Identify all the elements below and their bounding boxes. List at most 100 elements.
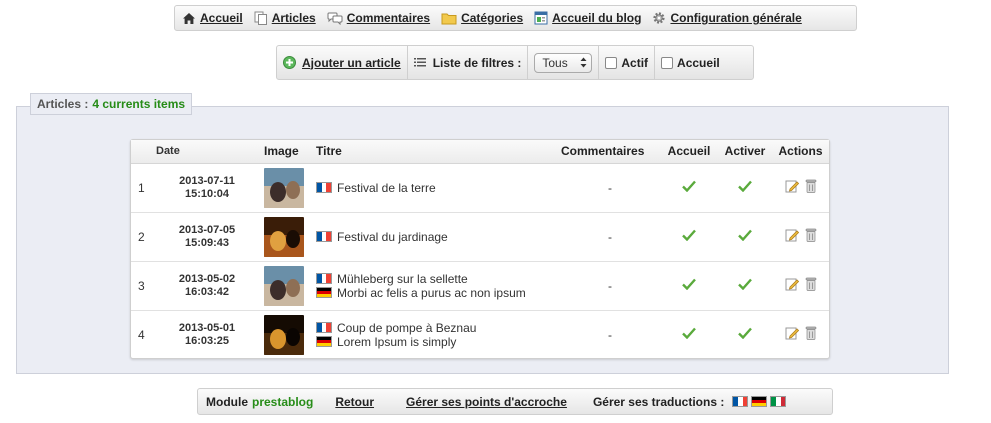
time-value: 16:03:25 xyxy=(184,334,230,347)
table-row[interactable]: 2 2013-07-05 15:09:43 Festival du jardinage… xyxy=(131,212,829,262)
nav-accueil[interactable]: Accueil xyxy=(182,11,243,25)
table-row[interactable]: 3 2013-05-02 16:03:42 Mühleberg sur la sell… xyxy=(131,261,829,311)
row-active-toggle[interactable] xyxy=(718,261,772,311)
nav-configuration[interactable]: Configuration générale xyxy=(652,11,802,25)
home-checkbox-label: Accueil xyxy=(677,55,720,70)
row-home-toggle[interactable] xyxy=(660,310,718,359)
check-icon[interactable] xyxy=(738,327,752,340)
table-row[interactable]: 1 2013-07-11 15:10:04 Festival de la terre - xyxy=(131,163,829,213)
table-row[interactable]: 4 2013-05-01 16:03:25 Coup de pompe à Bezna… xyxy=(131,310,829,359)
header-actions: Actions xyxy=(772,140,829,164)
flag-de-icon[interactable] xyxy=(751,396,768,407)
folder-icon xyxy=(441,13,457,24)
top-navigation: Accueil Articles Commentaires Catégories… xyxy=(174,5,857,31)
check-icon[interactable] xyxy=(682,327,696,340)
articles-table: Date Image Titre Commentaires Accueil Ac… xyxy=(131,140,829,359)
nav-accueil-blog[interactable]: Accueil du blog xyxy=(534,11,641,25)
article-title[interactable]: Festival du jardinage xyxy=(337,230,448,244)
module-footer: Module prestablog Retour Gérer ses point… xyxy=(197,388,833,415)
article-title[interactable]: Festival de la terre xyxy=(337,181,436,195)
time-value: 16:03:42 xyxy=(184,285,230,298)
hooks-link[interactable]: Gérer ses points d'accroche xyxy=(406,395,567,409)
row-image xyxy=(261,310,315,359)
nav-categories-label: Catégories xyxy=(461,11,524,25)
edit-icon[interactable] xyxy=(785,228,799,242)
gear-icon xyxy=(653,12,666,24)
filter-list-group: Liste de filtres : xyxy=(408,46,529,79)
panel-legend: Articles : 4 currents items xyxy=(30,93,193,115)
active-checkbox[interactable] xyxy=(605,56,618,69)
article-thumbnail xyxy=(264,314,304,355)
date-value: 2013-05-02 xyxy=(178,272,236,285)
article-title[interactable]: Mühleberg sur la sellette xyxy=(337,272,468,286)
date-value: 2013-07-05 xyxy=(178,223,236,236)
flag-it-icon[interactable] xyxy=(770,396,787,407)
date-value: 2013-05-01 xyxy=(178,321,236,334)
delete-icon[interactable] xyxy=(805,228,817,242)
check-icon[interactable] xyxy=(738,229,752,242)
edit-icon[interactable] xyxy=(785,179,799,193)
add-article-button[interactable]: Ajouter un article xyxy=(277,46,408,79)
delete-icon[interactable] xyxy=(805,326,817,341)
row-actions xyxy=(772,212,829,262)
title-line: Festival du jardinage xyxy=(316,230,560,244)
check-icon[interactable] xyxy=(738,180,752,193)
back-link[interactable]: Retour xyxy=(335,395,374,409)
header-image: Image xyxy=(261,140,315,164)
flag-de-icon xyxy=(316,336,332,348)
header-activate: Activer xyxy=(718,140,772,164)
row-date: 2013-05-01 16:03:25 xyxy=(153,310,261,359)
row-actions xyxy=(772,310,829,359)
row-home-toggle[interactable] xyxy=(660,163,718,213)
check-icon[interactable] xyxy=(738,278,752,291)
select-arrows-icon xyxy=(580,57,587,68)
active-filter-group[interactable]: Actif xyxy=(599,46,656,79)
table-header-row: Date Image Titre Commentaires Accueil Ac… xyxy=(131,140,829,164)
article-title[interactable]: Lorem Ipsum is simply xyxy=(337,335,456,349)
article-title[interactable]: Morbi ac felis a purus ac non ipsum xyxy=(337,286,526,300)
nav-articles[interactable]: Articles xyxy=(254,11,316,25)
home-filter-group[interactable]: Accueil xyxy=(655,46,726,79)
row-active-toggle[interactable] xyxy=(718,212,772,262)
delete-icon[interactable] xyxy=(805,179,817,193)
module-name: prestablog xyxy=(252,394,314,409)
filter-select[interactable]: Tous xyxy=(534,52,593,73)
date-value: 2013-07-11 xyxy=(179,174,235,187)
active-checkbox-label: Actif xyxy=(621,55,649,70)
nav-articles-label: Articles xyxy=(271,11,316,25)
check-icon[interactable] xyxy=(682,278,696,291)
nav-categories[interactable]: Catégories xyxy=(441,11,523,25)
nav-configuration-label: Configuration générale xyxy=(670,11,802,25)
nav-commentaires[interactable]: Commentaires xyxy=(327,11,430,25)
flag-fr-icon xyxy=(316,231,332,242)
delete-icon[interactable] xyxy=(805,277,817,291)
blog-home-icon xyxy=(534,11,548,25)
row-date: 2013-07-05 15:09:43 xyxy=(153,212,261,262)
row-number: 1 xyxy=(131,163,153,213)
row-actions xyxy=(772,261,829,311)
row-title: Festival du jardinage xyxy=(315,212,560,262)
add-icon xyxy=(283,56,296,69)
edit-icon[interactable] xyxy=(785,277,799,291)
filter-select-value: Tous xyxy=(542,55,568,70)
nav-accueil-blog-label: Accueil du blog xyxy=(552,11,642,25)
home-checkbox[interactable] xyxy=(661,56,674,69)
header-comments: Commentaires xyxy=(560,140,660,164)
article-thumbnail xyxy=(264,265,304,306)
comments-icon xyxy=(327,12,343,25)
flag-fr-icon[interactable] xyxy=(732,396,749,407)
flag-fr-icon xyxy=(316,273,332,284)
article-thumbnail xyxy=(264,216,304,257)
check-icon[interactable] xyxy=(682,229,696,242)
row-active-toggle[interactable] xyxy=(718,310,772,359)
row-title: Mühleberg sur la sellette Morbi ac felis … xyxy=(315,261,560,311)
edit-icon[interactable] xyxy=(785,326,799,340)
time-value: 15:09:43 xyxy=(184,236,230,249)
row-home-toggle[interactable] xyxy=(660,261,718,311)
nav-accueil-label: Accueil xyxy=(200,11,243,25)
check-icon[interactable] xyxy=(682,180,696,193)
row-title: Festival de la terre xyxy=(315,163,560,213)
row-home-toggle[interactable] xyxy=(660,212,718,262)
article-title[interactable]: Coup de pompe à Beznau xyxy=(337,321,476,335)
row-active-toggle[interactable] xyxy=(718,163,772,213)
